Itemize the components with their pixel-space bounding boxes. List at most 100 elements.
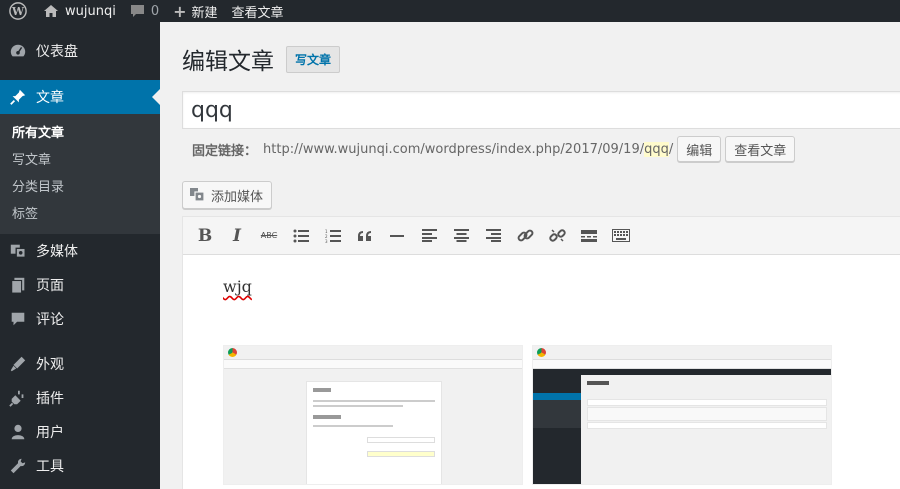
permalink-label: 固定链接： (192, 143, 258, 159)
admin-sidebar: 仪表盘 文章 所有文章 写文章 分类目录 标签 多媒体 页面 评论 外观 插件 … (0, 22, 160, 489)
blockquote-button[interactable] (349, 222, 381, 250)
sidebar-item-dashboard[interactable]: 仪表盘 (0, 34, 160, 68)
permalink-row: 固定链接： http://www.wujunqi.com/wordpress/i… (192, 136, 796, 162)
post-content-text: wjq (223, 277, 252, 296)
home-icon (44, 5, 58, 17)
quote-icon (358, 230, 371, 241)
mini-sidebar (533, 375, 581, 484)
view-post-button[interactable]: 查看文章 (725, 136, 796, 162)
align-center-button[interactable] (445, 222, 477, 250)
posts-submenu: 所有文章 写文章 分类目录 标签 (0, 114, 160, 234)
strikethrough-button[interactable]: ABC (253, 222, 285, 250)
unlink-icon (548, 229, 566, 242)
text-line (313, 425, 393, 427)
numbered-list-button[interactable]: 123 (317, 222, 349, 250)
new-label: 新建 (191, 5, 218, 21)
sidebar-item-comments[interactable]: 评论 (0, 302, 160, 336)
submenu-categories[interactable]: 分类目录 (0, 174, 160, 201)
read-more-button[interactable] (573, 222, 605, 250)
browser-bookmarks-bar (224, 360, 522, 369)
view-post-label: 查看文章 (231, 5, 284, 21)
align-right-button[interactable] (477, 222, 509, 250)
page-icon (8, 275, 28, 295)
submenu-write-post[interactable]: 写文章 (0, 147, 160, 174)
install-heading-line (313, 415, 341, 419)
italic-button[interactable]: I (221, 222, 253, 250)
embedded-image-install-page[interactable] (223, 345, 523, 485)
view-post-link[interactable]: 查看文章 (225, 0, 291, 22)
align-left-button[interactable] (413, 222, 445, 250)
mini-title (587, 381, 609, 385)
browser-tab-bar (224, 346, 522, 360)
main-content: 编辑文章 写文章 固定链接： http://www.wujunqi.com/wo… (160, 22, 900, 489)
sidebar-item-label: 文章 (36, 90, 64, 106)
submenu-all-posts[interactable]: 所有文章 (0, 120, 160, 147)
sidebar-item-appearance[interactable]: 外观 (0, 347, 160, 381)
install-form-card (306, 381, 442, 484)
permalink-slug: qqq (644, 141, 669, 157)
read-more-icon (581, 229, 597, 242)
link-icon (517, 229, 533, 242)
page-header: 编辑文章 写文章 (182, 42, 341, 76)
add-new-post-button[interactable]: 写文章 (286, 45, 341, 73)
sidebar-separator (0, 336, 160, 347)
text-line (313, 405, 403, 407)
appearance-icon (8, 354, 28, 374)
mini-sidebar-active (533, 393, 581, 400)
post-title-input[interactable] (182, 91, 900, 129)
sidebar-item-media[interactable]: 多媒体 (0, 234, 160, 268)
align-left-icon (421, 229, 437, 242)
site-name-link[interactable]: wujunqi (36, 0, 123, 22)
insert-link-button[interactable] (509, 222, 541, 250)
add-media-button[interactable]: 添加媒体 (182, 181, 273, 209)
toolbar-toggle-button[interactable] (605, 222, 637, 250)
mini-table-row (587, 407, 827, 421)
sidebar-item-tools[interactable]: 工具 (0, 449, 160, 483)
sidebar-item-label: 页面 (36, 278, 64, 294)
comments-count: 0 (150, 3, 160, 19)
wordpress-logo-icon[interactable]: W (0, 0, 36, 22)
sidebar-item-users[interactable]: 用户 (0, 415, 160, 449)
sidebar-item-label: 多媒体 (36, 244, 78, 260)
svg-text:W: W (11, 5, 25, 18)
submenu-tags[interactable]: 标签 (0, 201, 160, 228)
plugin-icon (8, 388, 28, 408)
post-editor: B I ABC 123 wjq (182, 216, 900, 489)
comment-icon (8, 309, 28, 329)
mini-main (581, 375, 831, 484)
editor-toolbar: B I ABC 123 (183, 217, 900, 255)
user-icon (8, 422, 28, 442)
horizontal-line-button[interactable] (381, 222, 413, 250)
pushpin-icon (8, 87, 28, 107)
text-line (313, 400, 435, 402)
permalink-url[interactable]: http://www.wujunqi.com/wordpress/index.p… (263, 141, 674, 157)
sidebar-item-posts[interactable]: 文章 (0, 80, 160, 114)
permalink-trailing: / (668, 141, 674, 157)
mini-table-header (587, 399, 827, 406)
embedded-image-posts-list[interactable] (532, 345, 832, 485)
edit-permalink-button[interactable]: 编辑 (677, 136, 722, 162)
align-right-icon (485, 229, 501, 242)
sidebar-separator (0, 68, 160, 80)
sidebar-item-pages[interactable]: 页面 (0, 268, 160, 302)
bulleted-list-button[interactable] (285, 222, 317, 250)
dashboard-icon (8, 41, 28, 61)
browser-tab-bar (533, 346, 831, 360)
mini-submenu (533, 400, 581, 428)
sidebar-item-label: 工具 (36, 459, 64, 475)
tools-icon (8, 456, 28, 476)
form-field (367, 451, 435, 457)
sidebar-item-label: 插件 (36, 391, 64, 407)
keyboard-icon (612, 229, 630, 242)
plus-icon: + (173, 1, 187, 21)
comments-link[interactable]: 0 (123, 0, 166, 22)
sidebar-item-plugins[interactable]: 插件 (0, 381, 160, 415)
strikethrough-label: ABC (260, 231, 278, 240)
new-content-link[interactable]: + 新建 (166, 0, 224, 22)
remove-link-button[interactable] (541, 222, 573, 250)
chrome-logo-icon (228, 348, 237, 357)
bold-button[interactable]: B (189, 222, 221, 250)
browser-bookmarks-bar (533, 360, 831, 369)
page-title: 编辑文章 (182, 49, 274, 75)
form-field (367, 437, 435, 443)
